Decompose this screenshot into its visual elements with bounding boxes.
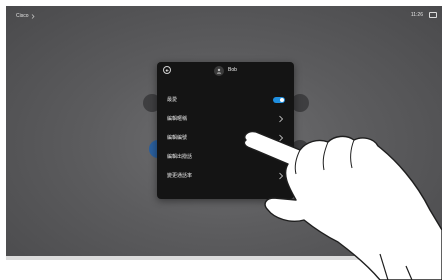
back-button[interactable] — [163, 66, 171, 74]
menu-item-label: 變更通話率 — [167, 173, 193, 179]
chevron-right-icon — [31, 13, 35, 19]
contact-name: Bob — [228, 67, 237, 73]
back-arrow-icon — [165, 68, 168, 72]
favorite-toggle[interactable] — [273, 96, 285, 103]
panel-header: Bob — [157, 62, 294, 80]
menu-item-favorite[interactable]: 最愛 — [157, 90, 294, 109]
menu-item-label: 編輯暱稱 — [167, 116, 188, 122]
topbar-title: Cisco — [16, 13, 29, 19]
contact-avatar — [214, 66, 224, 76]
topbar-left[interactable]: Cisco — [16, 13, 35, 19]
clock: 11:26 — [410, 12, 423, 18]
toggle-knob — [280, 97, 284, 102]
screen-share-icon[interactable] — [429, 12, 437, 18]
topbar-right: 11:26 — [411, 12, 437, 18]
menu-item-label: 編輯出撥話 — [167, 154, 193, 160]
person-avatar-icon — [216, 68, 222, 74]
pointing-hand-illustration — [243, 130, 442, 280]
menu-item-label: 編輯編號 — [167, 135, 188, 141]
menu-item-label: 最愛 — [167, 97, 178, 103]
